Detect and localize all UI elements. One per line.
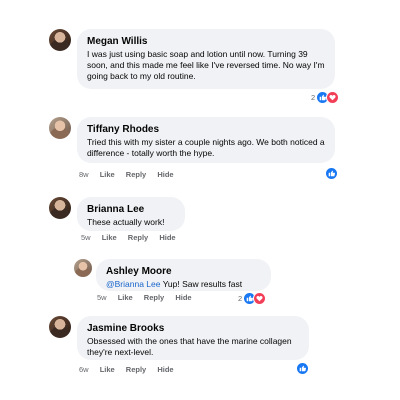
mention-link[interactable]: @Brianna Lee xyxy=(106,279,160,289)
comment-text: I was just using basic soap and lotion u… xyxy=(87,49,325,81)
avatar[interactable] xyxy=(49,29,71,51)
comment-bubble: Brianna Lee These actually work! xyxy=(77,197,185,231)
reaction-count: 2 xyxy=(238,293,243,303)
love-icon xyxy=(253,291,267,305)
like-button[interactable]: Like xyxy=(100,170,115,179)
love-icon xyxy=(326,90,340,104)
reaction-summary[interactable]: 2 xyxy=(311,90,340,104)
hide-button[interactable]: Hide xyxy=(159,233,175,242)
like-button[interactable]: Like xyxy=(118,293,133,302)
comment-timestamp[interactable]: 8w xyxy=(79,170,89,179)
reaction-count: 2 xyxy=(311,92,316,102)
avatar[interactable] xyxy=(49,316,71,338)
avatar[interactable] xyxy=(49,117,71,139)
reply-button[interactable]: Reply xyxy=(144,293,164,302)
hide-button[interactable]: Hide xyxy=(157,170,173,179)
comment-text: @Brianna Lee Yup! Saw results fast xyxy=(106,279,261,290)
comment-text: These actually work! xyxy=(87,217,165,227)
comment-actions: 5w Like Reply Hide xyxy=(97,293,201,302)
like-button[interactable]: Like xyxy=(102,233,117,242)
comment-bubble: Megan Willis I was just using basic soap… xyxy=(77,29,335,89)
comment-author[interactable]: Megan Willis xyxy=(87,35,325,48)
comment-timestamp[interactable]: 6w xyxy=(79,365,89,374)
like-icon xyxy=(325,166,338,180)
reply-text: Yup! Saw results fast xyxy=(160,279,243,289)
avatar[interactable] xyxy=(49,197,71,219)
comment-actions: 5w Like Reply Hide xyxy=(81,233,185,242)
comment-bubble: Tiffany Rhodes Tried this with my sister… xyxy=(77,117,335,163)
comment-bubble: Ashley Moore @Brianna Lee Yup! Saw resul… xyxy=(96,259,271,291)
comment-text: Obsessed with the ones that have the mar… xyxy=(87,336,292,357)
hide-button[interactable]: Hide xyxy=(157,365,173,374)
like-icon xyxy=(296,361,309,375)
reply-button[interactable]: Reply xyxy=(126,170,146,179)
reaction-summary[interactable] xyxy=(325,166,338,180)
comments-section: Megan Willis I was just using basic soap… xyxy=(0,0,400,400)
comment-author[interactable]: Brianna Lee xyxy=(87,203,175,216)
comment-timestamp[interactable]: 5w xyxy=(97,293,107,302)
comment-bubble: Jasmine Brooks Obsessed with the ones th… xyxy=(77,316,309,360)
like-button[interactable]: Like xyxy=(100,365,115,374)
reply-button[interactable]: Reply xyxy=(126,365,146,374)
comment-author[interactable]: Jasmine Brooks xyxy=(87,322,299,335)
avatar[interactable] xyxy=(74,259,92,277)
comment-text: Tried this with my sister a couple night… xyxy=(87,137,325,158)
reply-button[interactable]: Reply xyxy=(128,233,148,242)
comment-actions: 8w Like Reply Hide xyxy=(79,170,183,179)
reaction-summary[interactable] xyxy=(296,361,309,375)
comment-actions: 6w Like Reply Hide xyxy=(79,365,183,374)
reaction-summary[interactable]: 2 xyxy=(238,291,267,305)
comment-author[interactable]: Tiffany Rhodes xyxy=(87,123,325,136)
comment-author[interactable]: Ashley Moore xyxy=(106,265,261,278)
hide-button[interactable]: Hide xyxy=(175,293,191,302)
comment-timestamp[interactable]: 5w xyxy=(81,233,91,242)
